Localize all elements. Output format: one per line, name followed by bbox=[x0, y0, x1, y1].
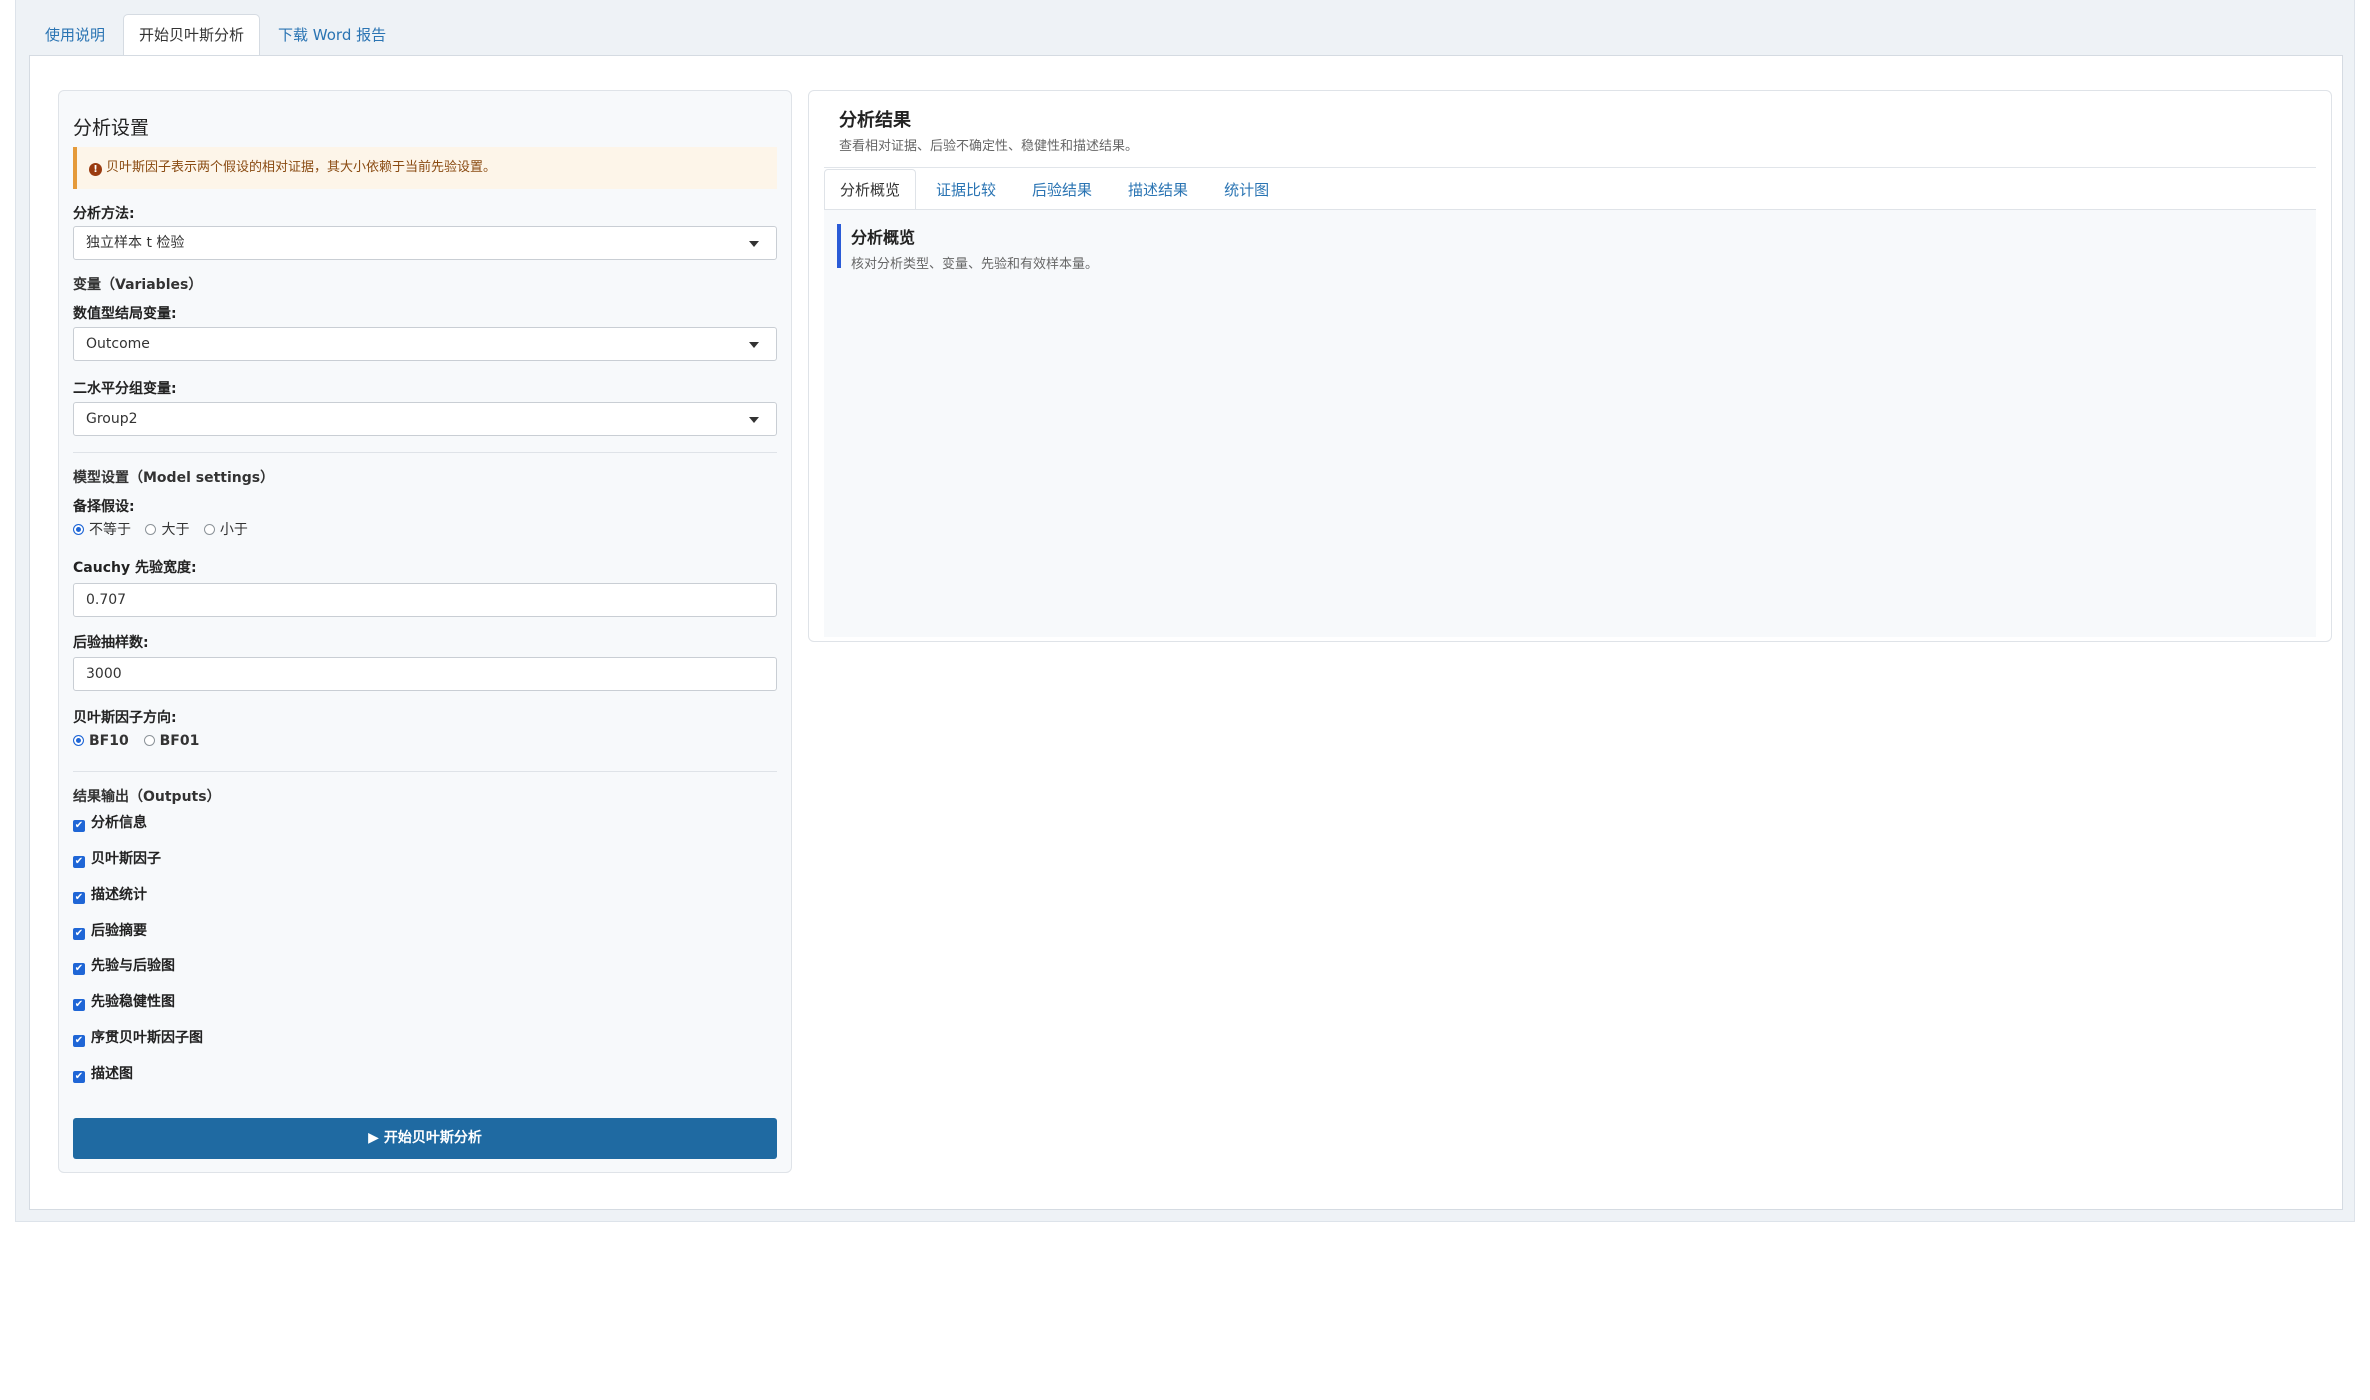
tab-posterior[interactable]: 后验结果 bbox=[1016, 169, 1108, 209]
group-select-value: Group2 bbox=[86, 411, 138, 427]
group-select[interactable]: Group2 bbox=[73, 402, 777, 436]
bf-direction-label: 贝叶斯因子方向: bbox=[73, 710, 177, 726]
results-title: 分析结果 bbox=[839, 110, 911, 131]
run-analysis-button[interactable]: ▶ 开始贝叶斯分析 bbox=[73, 1118, 777, 1159]
results-tab-bar: 分析概览 证据比较 后验结果 描述结果 统计图 bbox=[824, 169, 1289, 209]
settings-panel: 分析设置 ! 贝叶斯因子表示两个假设的相对证据，其大小依赖于当前先验设置。 分析方… bbox=[58, 90, 792, 1173]
method-label: 分析方法: bbox=[73, 206, 135, 222]
cauchy-input[interactable]: 0.707 bbox=[73, 583, 777, 617]
radio-dot[interactable] bbox=[143, 735, 155, 746]
tab-start-analysis[interactable]: 开始贝叶斯分析 bbox=[123, 14, 261, 57]
check-icon[interactable]: ✔ bbox=[73, 963, 85, 975]
exclamation-icon: ! bbox=[89, 163, 102, 176]
outcome-select-value: Outcome bbox=[86, 336, 150, 352]
checkbox-analysis-info[interactable]: ✔ 分析信息 bbox=[73, 814, 777, 832]
check-icon[interactable]: ✔ bbox=[73, 856, 85, 868]
check-icon[interactable]: ✔ bbox=[73, 928, 85, 940]
tab-evidence[interactable]: 证据比较 bbox=[920, 169, 1012, 209]
check-icon[interactable]: ✔ bbox=[73, 892, 85, 904]
divider bbox=[73, 452, 777, 453]
group-label: 二水平分组变量: bbox=[73, 381, 177, 397]
radio-dot[interactable] bbox=[73, 524, 84, 535]
samples-label: 后验抽样数: bbox=[73, 635, 149, 651]
overview-section: 分析概览 核对分析类型、变量、先验和有效样本量。 bbox=[837, 224, 1098, 272]
samples-input[interactable]: 3000 bbox=[73, 657, 777, 691]
tab-download-report[interactable]: 下载 Word 报告 bbox=[262, 14, 402, 54]
radio-greater[interactable]: 大于 bbox=[145, 521, 189, 539]
caret-down-icon bbox=[749, 241, 759, 247]
checkbox-descriptives[interactable]: ✔ 描述统计 bbox=[73, 886, 777, 904]
alternative-radio-group: 不等于 大于 小于 bbox=[73, 521, 777, 539]
model-heading: 模型设置（Model settings） bbox=[73, 470, 275, 486]
results-panel: 分析结果 查看相对证据、后验不确定性、稳健性和描述结果。 分析概览 证据比较 后… bbox=[808, 90, 2332, 642]
overview-subtitle: 核对分析类型、变量、先验和有效样本量。 bbox=[851, 257, 1099, 272]
check-icon[interactable]: ✔ bbox=[73, 820, 85, 832]
tab-descriptive[interactable]: 描述结果 bbox=[1112, 169, 1204, 209]
checkbox-robustness-plot[interactable]: ✔ 先验稳健性图 bbox=[73, 993, 777, 1011]
variables-heading: 变量（Variables） bbox=[73, 277, 203, 293]
info-alert: ! 贝叶斯因子表示两个假设的相对证据，其大小依赖于当前先验设置。 bbox=[73, 147, 777, 189]
radio-bf10[interactable]: BF10 bbox=[73, 732, 129, 750]
cauchy-label: Cauchy 先验宽度: bbox=[73, 560, 197, 576]
method-select-value: 独立样本 t 检验 bbox=[86, 235, 185, 251]
outputs-heading: 结果输出（Outputs） bbox=[73, 789, 221, 805]
outcome-select[interactable]: Outcome bbox=[73, 327, 777, 361]
checkbox-descriptive-plot[interactable]: ✔ 描述图 bbox=[73, 1065, 777, 1083]
check-icon[interactable]: ✔ bbox=[73, 1071, 85, 1083]
caret-down-icon bbox=[749, 417, 759, 423]
app-frame: 使用说明 开始贝叶斯分析 下载 Word 报告 分析设置 ! 贝叶斯因子表示两个假… bbox=[15, 0, 2355, 1222]
divider bbox=[824, 167, 2316, 168]
radio-dot[interactable] bbox=[73, 735, 84, 746]
checkbox-sequential-plot[interactable]: ✔ 序贯贝叶斯因子图 bbox=[73, 1029, 777, 1047]
results-subtitle: 查看相对证据、后验不确定性、稳健性和描述结果。 bbox=[839, 139, 1139, 154]
bf-radio-group: BF10 BF01 bbox=[73, 732, 777, 750]
results-tab-content: 分析概览 核对分析类型、变量、先验和有效样本量。 bbox=[824, 209, 2316, 637]
radio-dot[interactable] bbox=[145, 524, 157, 535]
settings-title: 分析设置 bbox=[73, 117, 150, 139]
alert-text: 贝叶斯因子表示两个假设的相对证据，其大小依赖于当前先验设置。 bbox=[106, 160, 497, 175]
checkbox-posterior-summary[interactable]: ✔ 后验摘要 bbox=[73, 922, 777, 940]
radio-bf01[interactable]: BF01 bbox=[143, 732, 199, 750]
divider bbox=[73, 771, 777, 772]
caret-down-icon bbox=[749, 342, 759, 348]
play-icon: ▶ bbox=[368, 1130, 379, 1146]
checkbox-prior-posterior-plot[interactable]: ✔ 先验与后验图 bbox=[73, 957, 777, 975]
overview-title: 分析概览 bbox=[851, 228, 916, 247]
radio-not-equal[interactable]: 不等于 bbox=[73, 521, 131, 539]
radio-dot[interactable] bbox=[203, 524, 215, 535]
tab-instructions[interactable]: 使用说明 bbox=[29, 14, 121, 54]
radio-less[interactable]: 小于 bbox=[203, 521, 248, 539]
tab-content: 分析设置 ! 贝叶斯因子表示两个假设的相对证据，其大小依赖于当前先验设置。 分析方… bbox=[29, 55, 2343, 1210]
checkbox-bayes-factor[interactable]: ✔ 贝叶斯因子 bbox=[73, 850, 777, 868]
tab-plots[interactable]: 统计图 bbox=[1208, 169, 1285, 209]
check-icon[interactable]: ✔ bbox=[73, 1035, 85, 1047]
top-tab-bar: 使用说明 开始贝叶斯分析 下载 Word 报告 bbox=[29, 14, 404, 57]
tab-overview[interactable]: 分析概览 bbox=[824, 169, 917, 209]
check-icon[interactable]: ✔ bbox=[73, 999, 85, 1011]
alternative-label: 备择假设: bbox=[73, 499, 135, 515]
outcome-label: 数值型结局变量: bbox=[73, 306, 177, 322]
method-select[interactable]: 独立样本 t 检验 bbox=[73, 226, 777, 260]
